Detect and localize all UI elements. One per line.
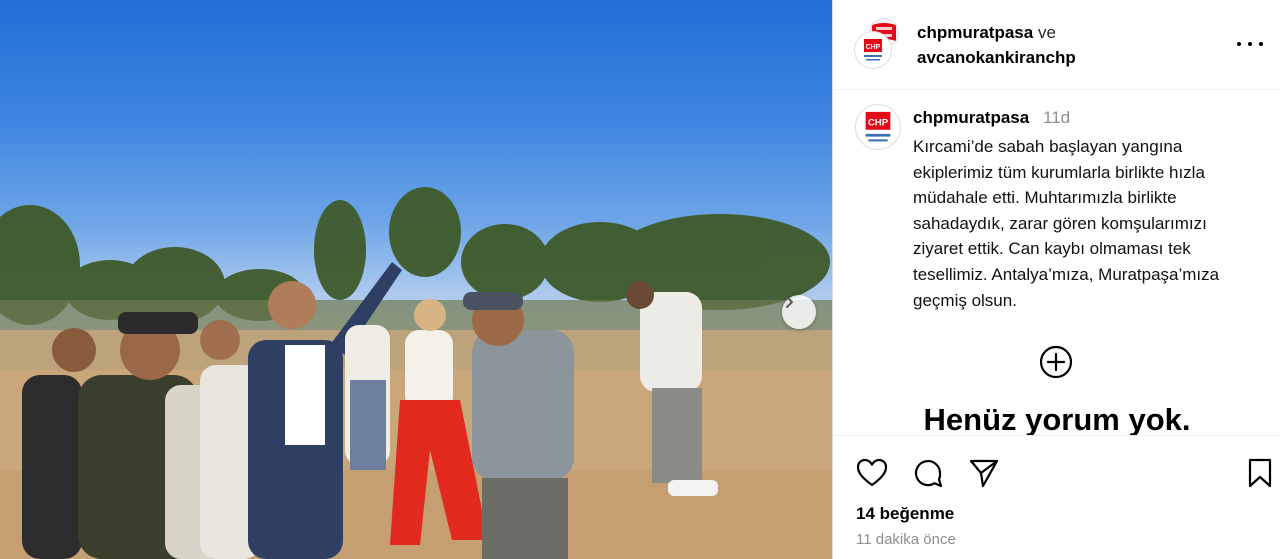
heart-icon bbox=[856, 458, 888, 487]
author-conjunction: ve bbox=[1037, 23, 1056, 42]
author-link-2[interactable]: avcanokankiranchp bbox=[917, 48, 1076, 67]
next-photo-button[interactable] bbox=[782, 295, 816, 329]
send-icon bbox=[969, 459, 999, 488]
post-photo-scene bbox=[0, 187, 832, 559]
caption-text: Kırcami’de sabah başlayan yangına ekiple… bbox=[913, 134, 1269, 313]
like-button[interactable] bbox=[855, 456, 889, 490]
caption-line: sahadaydık, zarar gören komşularımızı bbox=[913, 213, 1207, 233]
share-button[interactable] bbox=[967, 456, 1001, 490]
chp-logo: CHP bbox=[857, 34, 889, 66]
likes-count[interactable]: 14 beğenme bbox=[856, 504, 954, 524]
caption-line: Kırcami’de sabah başlayan yangına bbox=[913, 137, 1183, 156]
post-side-panel: CHP chpmuratpasa ve avcanokankiranchp CH… bbox=[832, 0, 1280, 559]
chp-logo: CHP bbox=[856, 105, 900, 149]
chevron-right-icon bbox=[786, 296, 793, 308]
caption-line: tesellimiz. Antalya’mıza, Muratpaşa’mıza bbox=[913, 264, 1220, 284]
caption-time[interactable]: 11d bbox=[1043, 108, 1070, 128]
bookmark-icon bbox=[1248, 458, 1272, 488]
caption-line: müdahale etti. Muhtarımızla birlikte bbox=[913, 188, 1177, 208]
add-comment-button[interactable] bbox=[1039, 345, 1073, 379]
post-header: CHP chpmuratpasa ve avcanokankiranchp bbox=[833, 0, 1280, 90]
add-circle-icon bbox=[1039, 345, 1073, 379]
caption-line: ziyaret ettik. Can kaybı olmaması tek bbox=[913, 239, 1191, 259]
avatar-chp[interactable]: CHP bbox=[855, 32, 891, 68]
comment-button[interactable] bbox=[911, 456, 945, 490]
svg-text:CHP: CHP bbox=[868, 118, 889, 129]
caption-username[interactable]: chpmuratpasa bbox=[913, 108, 1029, 128]
caption-line: geçmiş olsun. bbox=[913, 290, 1017, 310]
post-timestamp[interactable]: 11 dakika önce bbox=[856, 531, 956, 548]
action-bar: 14 beğenme 11 dakika önce bbox=[833, 435, 1280, 559]
comment-icon bbox=[914, 460, 943, 488]
caption-avatar[interactable]: CHP bbox=[855, 104, 901, 150]
save-button[interactable] bbox=[1243, 456, 1277, 490]
post-authors: chpmuratpasa ve avcanokankiranchp bbox=[917, 20, 1076, 70]
svg-text:CHP: CHP bbox=[866, 44, 881, 51]
caption-section: CHP chpmuratpasa 11d Kırcami’de sabah ba… bbox=[833, 90, 1280, 437]
no-comments-text: Henüz yorum yok. bbox=[923, 402, 1191, 437]
author-link-1[interactable]: chpmuratpasa bbox=[917, 23, 1033, 42]
more-options-button[interactable] bbox=[1237, 34, 1263, 54]
caption-line: ekiplerimiz tüm kurumlarla birlikte hızl… bbox=[913, 162, 1205, 182]
collab-avatars[interactable]: CHP bbox=[855, 18, 903, 68]
post-photo[interactable] bbox=[0, 0, 832, 559]
more-horizontal-icon bbox=[1237, 42, 1241, 46]
